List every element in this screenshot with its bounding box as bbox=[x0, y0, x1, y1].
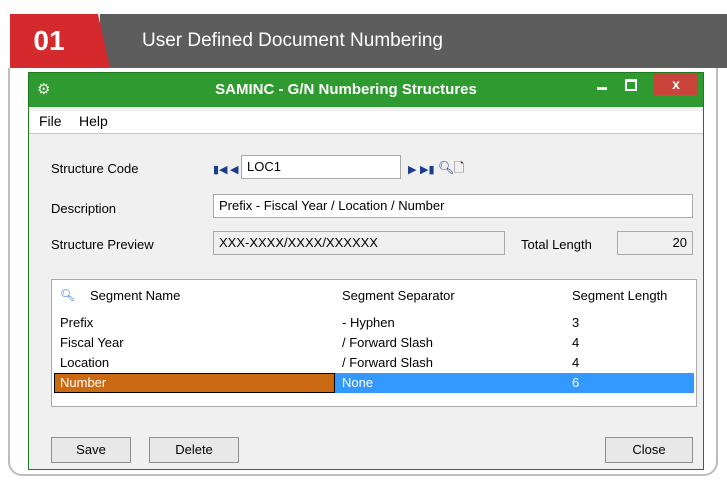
description-input[interactable]: Prefix - Fiscal Year / Location / Number bbox=[213, 194, 693, 218]
structure-preview-label: Structure Preview bbox=[51, 237, 154, 252]
minimize-button[interactable] bbox=[589, 73, 615, 95]
structure-code-input[interactable]: LOC1 bbox=[241, 155, 401, 179]
segment-separator-cell: None bbox=[342, 375, 374, 390]
search-icon[interactable]: 🔍︎ bbox=[438, 161, 455, 175]
column-header-segment-length[interactable]: Segment Length bbox=[572, 288, 667, 303]
menu-bar: File Help bbox=[29, 111, 703, 134]
segment-name-cell: Prefix bbox=[60, 315, 94, 330]
selected-row-highlight bbox=[335, 373, 694, 393]
structure-preview-field: XXX-XXXX/XXXX/XXXXXX bbox=[213, 231, 505, 255]
section-banner: 01 User Defined Document Numbering bbox=[0, 14, 727, 68]
description-label: Description bbox=[51, 201, 117, 216]
column-header-segment-name[interactable]: Segment Name bbox=[90, 288, 180, 303]
segment-separator-cell: / Forward Slash bbox=[342, 355, 434, 370]
close-window-button[interactable]: x bbox=[654, 73, 698, 95]
section-title: User Defined Document Numbering bbox=[142, 30, 443, 51]
menu-help[interactable]: Help bbox=[79, 113, 108, 129]
save-button-label: Save bbox=[76, 442, 106, 457]
total-length-label: Total Length bbox=[521, 237, 592, 252]
maximize-icon bbox=[625, 79, 637, 91]
segments-table: 🔍︎ Segment Name Segment Separator Segmen… bbox=[51, 279, 697, 407]
segment-length-cell: 6 bbox=[572, 375, 580, 390]
column-header-segment-separator[interactable]: Segment Separator bbox=[342, 288, 455, 303]
total-length-field: 20 bbox=[617, 231, 693, 255]
section-number: 01 bbox=[33, 25, 65, 56]
first-record-icon[interactable]: ▮◀ bbox=[213, 163, 228, 177]
search-icon[interactable]: 🔍︎ bbox=[60, 288, 75, 302]
title-bar: ⚙ SAMINC - G/N Numbering Structures x bbox=[29, 73, 703, 107]
last-record-icon[interactable]: ▶▮ bbox=[420, 163, 435, 177]
next-record-icon[interactable]: ▶ bbox=[408, 163, 416, 177]
segment-length-cell: 4 bbox=[572, 335, 580, 350]
segment-separator-cell: - Hyphen bbox=[342, 315, 395, 330]
table-row[interactable]: Prefix - Hyphen 3 bbox=[52, 313, 696, 333]
table-row-selected[interactable]: Number None 6 bbox=[52, 373, 696, 393]
delete-button-label: Delete bbox=[175, 442, 213, 457]
new-document-icon[interactable]: 🗋 bbox=[454, 161, 464, 175]
segment-length-cell: 4 bbox=[572, 355, 580, 370]
save-button[interactable]: Save bbox=[51, 437, 131, 463]
numbering-structures-window: ⚙ SAMINC - G/N Numbering Structures x Fi… bbox=[28, 72, 704, 470]
close-button[interactable]: Close bbox=[605, 437, 693, 463]
segment-name-cell: Location bbox=[60, 355, 110, 370]
table-row[interactable]: Location / Forward Slash 4 bbox=[52, 353, 696, 373]
segment-separator-cell: / Forward Slash bbox=[342, 335, 434, 350]
previous-record-icon[interactable]: ◀ bbox=[230, 163, 238, 177]
structure-code-label: Structure Code bbox=[51, 161, 139, 176]
delete-button[interactable]: Delete bbox=[149, 437, 239, 463]
segment-length-cell: 3 bbox=[572, 315, 580, 330]
segment-name-cell: Fiscal Year bbox=[60, 335, 124, 350]
segment-name-cell: Number bbox=[60, 375, 107, 390]
maximize-button[interactable] bbox=[617, 73, 643, 95]
close-button-label: Close bbox=[632, 442, 666, 457]
minimize-icon bbox=[597, 87, 607, 90]
table-row[interactable]: Fiscal Year / Forward Slash 4 bbox=[52, 333, 696, 353]
menu-file[interactable]: File bbox=[39, 113, 62, 129]
